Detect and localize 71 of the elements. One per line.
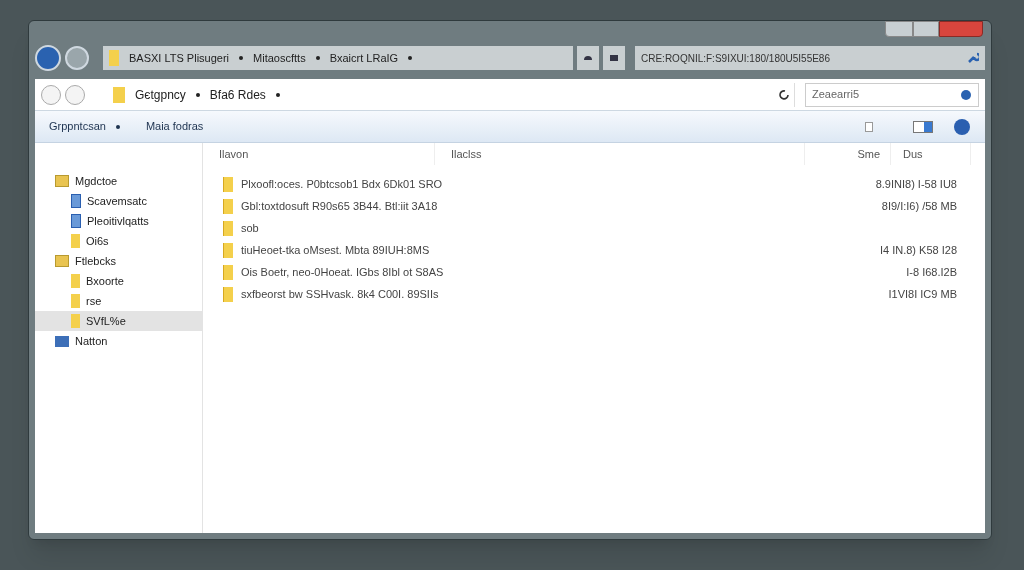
file-name[interactable]: Gbl:toxtdosuft R90s65 3B44. Btl:iit 3A18: [241, 197, 882, 215]
folder-icon: [71, 314, 80, 328]
up-button[interactable]: [577, 46, 599, 70]
sidebar-item[interactable]: Mgdctoe: [35, 171, 202, 191]
file-size: 8I9/I:I6) /58 MB: [881, 198, 957, 214]
view-toggle-icon[interactable]: [865, 121, 873, 132]
preview-pane-icon[interactable]: [913, 120, 933, 133]
back-button[interactable]: [41, 84, 61, 105]
library-icon: [55, 255, 69, 267]
folder-icon: [223, 264, 233, 280]
view-button[interactable]: [603, 46, 625, 70]
file-name[interactable]: sob: [241, 219, 957, 237]
address-bar[interactable]: Gєtgрncy Bfa6 Rdes: [109, 82, 795, 107]
folder-icon: [109, 50, 119, 66]
file-size: I1VI8I IC9 MB: [888, 286, 957, 302]
breadcrumb-item[interactable]: Bxaicrt LRaIG: [329, 49, 399, 67]
address-field[interactable]: CRE:ROQNIL:F:S9IXUI:180/180U5I55E86: [635, 46, 985, 70]
folder-icon: [113, 86, 125, 103]
separator-icon: [195, 92, 200, 97]
search-text: Zeaearri5: [812, 87, 860, 103]
document-icon: [71, 214, 81, 228]
maximize-button[interactable]: [913, 21, 939, 37]
folder-icon: [223, 176, 233, 192]
folder-icon: [71, 274, 80, 288]
file-size: 8.9INI8) I-58 IU8: [875, 176, 957, 192]
forward-button[interactable]: [65, 84, 85, 105]
file-name[interactable]: Ois Boetr, neo-0Hoeat. IGbs 8Ibl ot S8AS: [241, 263, 907, 281]
folder-icon: [223, 220, 233, 236]
breadcrumb-item[interactable]: Bfa6 Rdes: [209, 85, 266, 104]
wrench-icon: [967, 52, 979, 64]
forward-button[interactable]: [65, 46, 89, 70]
search-field[interactable]: Zeaearri5: [805, 82, 979, 107]
sidebar-item[interactable]: Pleoitivlqatts: [35, 211, 202, 231]
separator-icon: [408, 56, 413, 60]
sidebar-item[interactable]: Oi6s: [35, 231, 202, 251]
file-name[interactable]: Plxoofl:oces. P0btcsob1 Bdx 6Dk01 SRO: [241, 175, 876, 193]
column-header[interactable]: Ilaclss: [435, 143, 805, 165]
sidebar-item[interactable]: SVfL%e: [35, 311, 202, 331]
back-button[interactable]: [35, 45, 61, 71]
refresh-icon[interactable]: [778, 88, 790, 101]
minimize-button[interactable]: [885, 21, 913, 37]
sidebar-item[interactable]: Bxoorte: [35, 271, 202, 291]
sidebar-item[interactable]: rse: [35, 291, 202, 311]
breadcrumb-item[interactable]: Gєtgрncy: [135, 85, 186, 104]
folder-icon: [223, 198, 233, 214]
breadcrumb-bar[interactable]: BASXI LTS Plisugeri Mitaoscftts Bxaicrt LRaIG: [103, 46, 573, 70]
breadcrumb-item[interactable]: Mitaoscftts: [253, 49, 306, 67]
sidebar-item[interactable]: Natton: [35, 331, 202, 351]
close-button[interactable]: [939, 21, 983, 37]
library-icon: [55, 175, 69, 187]
breadcrumb-item[interactable]: BASXI LTS Plisugeri: [129, 49, 230, 67]
document-icon: [71, 194, 81, 208]
file-size: I4 IN.8) K58 I28: [879, 242, 957, 258]
folder-icon: [223, 286, 233, 302]
folder-icon: [71, 234, 80, 248]
file-name[interactable]: tiuHeoet-tka oMsest. Mbta 89IUH:8MS: [241, 241, 880, 259]
file-size: I-8 I68.I2B: [906, 264, 957, 280]
folder-icon: [71, 294, 80, 308]
network-icon: [55, 335, 69, 347]
column-header[interactable]: Dus: [891, 143, 971, 165]
toolbar-menu[interactable]: Maia fodras: [145, 118, 204, 135]
sidebar-item[interactable]: Scavemsatc: [35, 191, 202, 211]
column-header[interactable]: Ilavon: [203, 143, 435, 165]
folder-icon: [223, 242, 233, 258]
column-header[interactable]: Sme: [805, 143, 891, 165]
separator-icon: [275, 92, 280, 97]
toolbar-menu[interactable]: Grppntcsan: [49, 118, 106, 135]
file-name[interactable]: sxfbeorst bw SSHvask. 8k4 C00I. 89SIIs: [241, 285, 889, 303]
sidebar-item[interactable]: Ftlebcks: [35, 251, 202, 271]
separator-icon: [315, 56, 320, 60]
separator-icon: [239, 56, 244, 60]
